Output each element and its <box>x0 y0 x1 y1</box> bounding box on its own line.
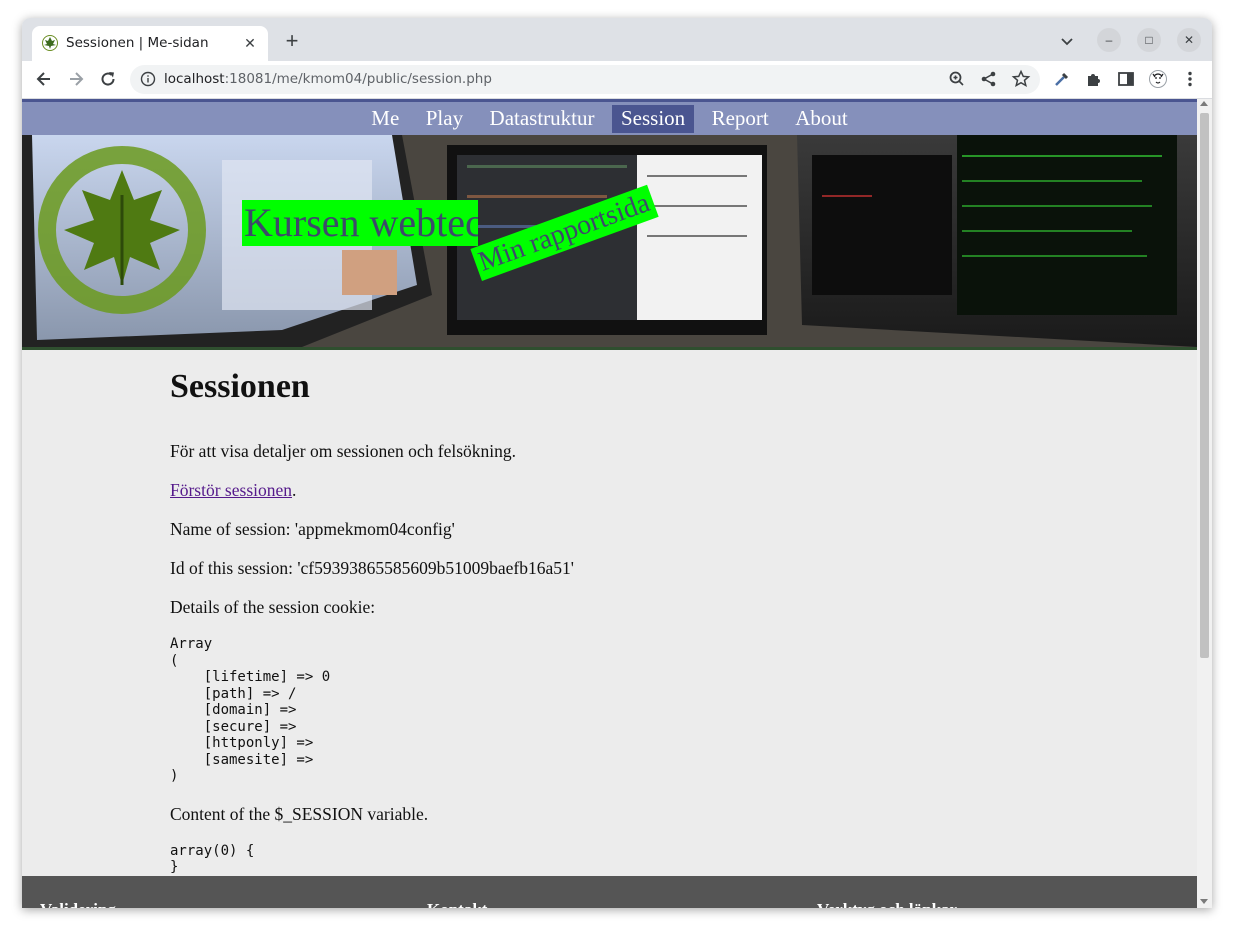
footer-heading-verktyg: Verktyg och länkar <box>817 900 957 908</box>
page-title: Sessionen <box>170 368 310 405</box>
extensions-puzzle-icon[interactable] <box>1084 69 1104 89</box>
footer-heading-validering: Validering <box>40 900 116 908</box>
cookie-dump: Array ( [lifetime] => 0 [path] => / [dom… <box>170 636 331 784</box>
side-panel-icon[interactable] <box>1116 69 1136 89</box>
address-bar[interactable]: localhost:18081/me/kmom04/public/session… <box>130 65 1040 94</box>
info-icon[interactable] <box>140 71 156 87</box>
tab-strip: Sessionen | Me-sidan ✕ + – □ ✕ <box>22 18 1212 61</box>
menu-kebab-icon[interactable] <box>1180 69 1200 89</box>
header-banner: Kursen webtec Min rapportsida <box>22 135 1197 350</box>
browser-toolbar: localhost:18081/me/kmom04/public/session… <box>22 61 1212 99</box>
share-icon[interactable] <box>979 69 999 89</box>
session-dump: array(0) { } <box>170 842 255 876</box>
destroy-suffix: . <box>292 480 297 500</box>
browser-window: Sessionen | Me-sidan ✕ + – □ ✕ localhost… <box>22 18 1212 908</box>
zoom-icon[interactable] <box>947 69 967 89</box>
nav-item-report[interactable]: Report <box>703 105 778 133</box>
banner-title: Kursen webtec <box>242 200 478 246</box>
destroy-paragraph: Förstör sessionen. <box>170 480 1050 500</box>
chevron-down-icon[interactable] <box>1058 32 1076 50</box>
tab-title: Sessionen | Me-sidan <box>66 35 209 51</box>
nav-item-me[interactable]: Me <box>362 105 408 133</box>
page-scrollbar[interactable] <box>1197 99 1212 908</box>
profile-avatar-icon[interactable] <box>1148 69 1168 89</box>
banner-photo-monitors <box>22 135 1197 347</box>
new-tab-icon[interactable]: + <box>280 30 304 54</box>
nav-item-about[interactable]: About <box>786 105 857 133</box>
eyedropper-extension-icon[interactable] <box>1052 69 1072 89</box>
leaf-favicon-icon <box>42 35 58 51</box>
reload-icon[interactable] <box>98 69 118 89</box>
close-window-icon[interactable]: ✕ <box>1177 28 1201 52</box>
main-content: Sessionen För att visa detaljer om sessi… <box>170 367 1050 895</box>
intro-text: För att visa detaljer om sessionen och f… <box>170 441 517 461</box>
url-text: localhost:18081/me/kmom04/public/session… <box>164 71 492 87</box>
scrollbar-thumb[interactable] <box>1200 113 1209 658</box>
url-host: localhost <box>164 71 225 87</box>
session-name-text: Name of session: 'appmekmom04config' <box>170 519 455 539</box>
back-icon[interactable] <box>34 69 54 89</box>
nav-item-session[interactable]: Session <box>611 105 695 133</box>
nav-item-datastruktur[interactable]: Datastruktur <box>481 105 604 133</box>
site-footer: Validering Kontakt Verktyg och länkar <box>22 876 1197 908</box>
session-id-text: Id of this session: 'cf59393865585609b51… <box>170 558 574 578</box>
bookmark-star-icon[interactable] <box>1011 69 1031 89</box>
url-path: :18081/me/kmom04/public/session.php <box>224 71 492 87</box>
destroy-session-link[interactable]: Förstör sessionen <box>170 480 292 500</box>
forward-icon[interactable] <box>66 69 86 89</box>
cookie-label: Details of the session cookie: <box>170 597 376 617</box>
browser-tab[interactable]: Sessionen | Me-sidan ✕ <box>32 26 268 61</box>
scroll-up-icon[interactable] <box>1200 101 1208 106</box>
close-tab-icon[interactable]: ✕ <box>242 35 258 51</box>
page-viewport: Me Play Datastruktur Session Report Abou… <box>22 99 1197 908</box>
maximize-icon[interactable]: □ <box>1137 28 1161 52</box>
scroll-down-icon[interactable] <box>1200 899 1208 904</box>
site-navbar: Me Play Datastruktur Session Report Abou… <box>22 99 1197 135</box>
nav-item-play[interactable]: Play <box>417 105 472 133</box>
minimize-icon[interactable]: – <box>1097 28 1121 52</box>
session-var-label: Content of the $_SESSION variable. <box>170 803 429 824</box>
footer-heading-kontakt: Kontakt <box>427 900 487 908</box>
